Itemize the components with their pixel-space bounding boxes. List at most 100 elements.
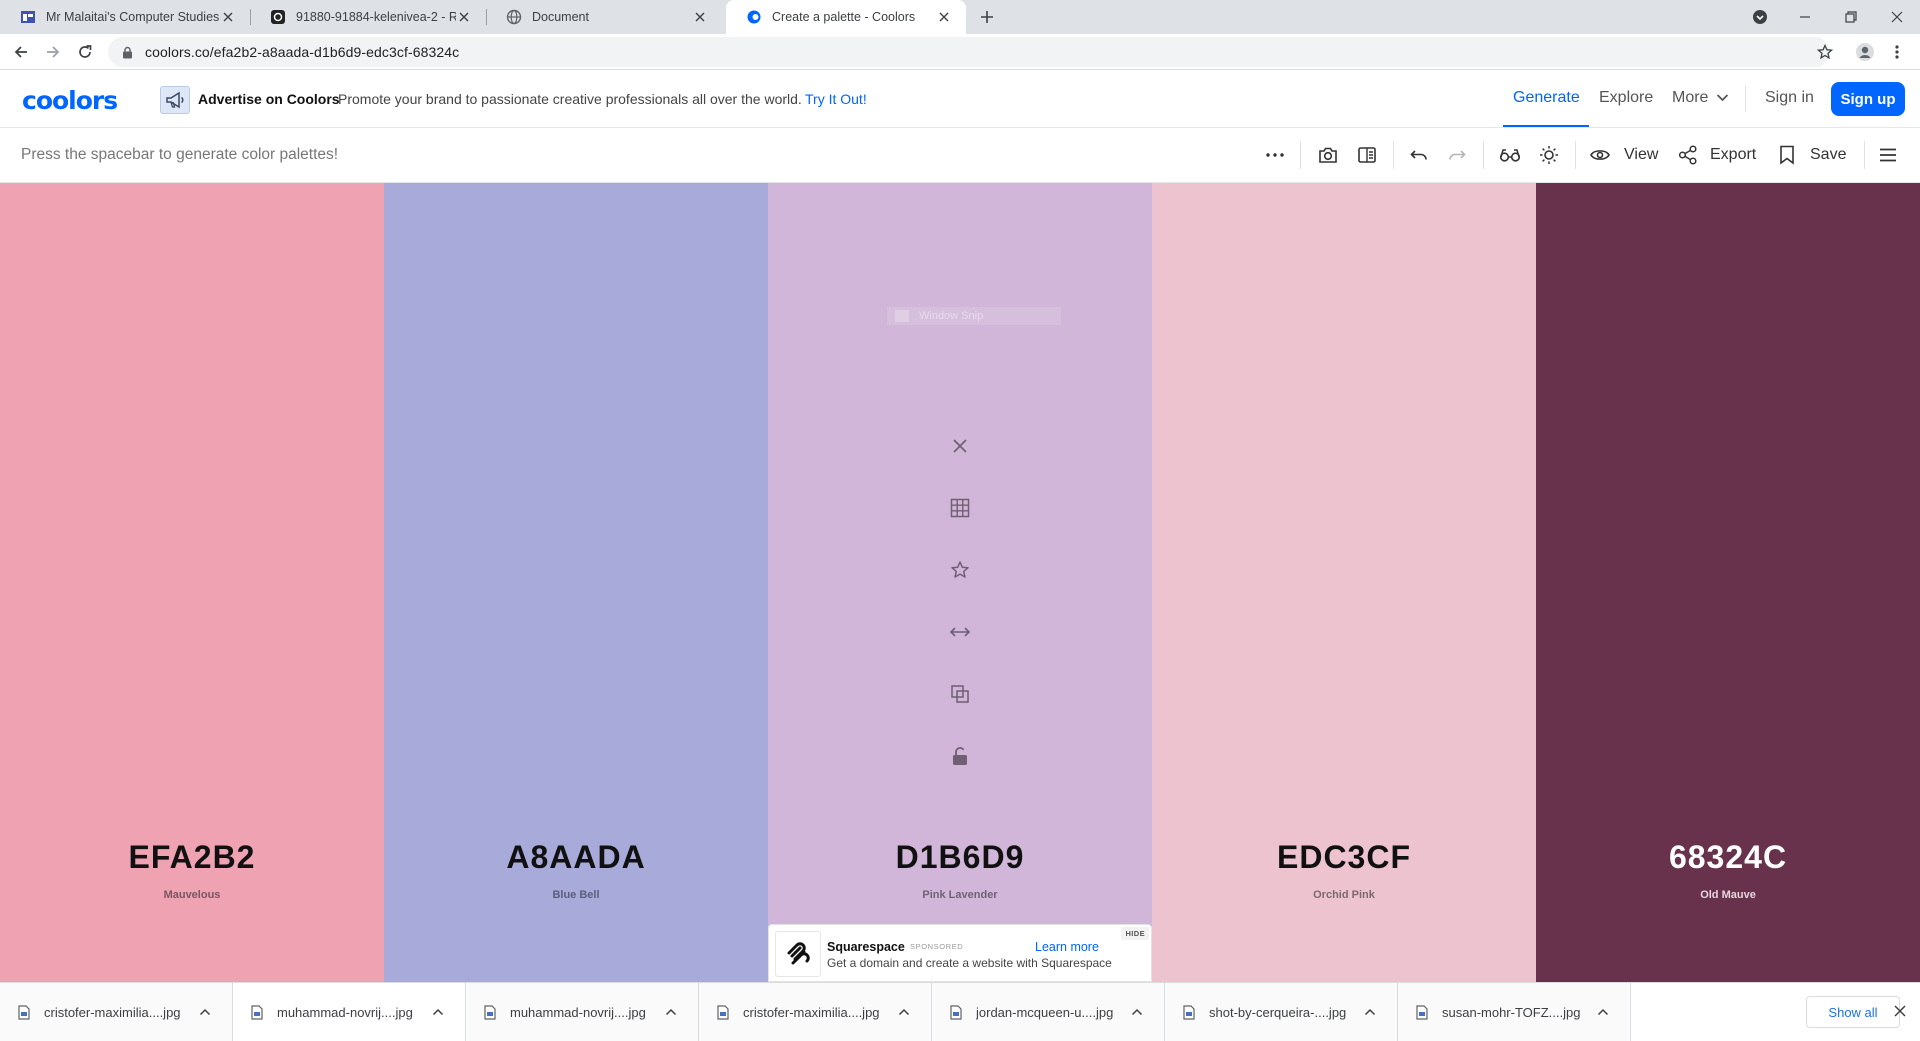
image-file-icon [1183,1004,1195,1020]
color-palette: EFA2B2 Mauvelous A8AADA Blue Bell Window… [0,183,1920,982]
sign-up-button[interactable]: Sign up [1831,82,1905,116]
remove-color-icon[interactable] [943,429,977,463]
download-item[interactable]: shot-by-cerqueira-....jpg [1165,983,1398,1041]
chevron-up-icon[interactable] [1590,1008,1616,1016]
color-name: Orchid Pink [1313,889,1375,901]
sponsored-ad-card[interactable]: Squarespace SPONSORED Learn more Get a d… [768,924,1152,982]
close-downloads-icon[interactable] [1890,1001,1910,1021]
close-window-icon[interactable] [1874,0,1920,34]
export-button[interactable]: Export [1710,146,1756,164]
reload-icon[interactable] [73,40,97,64]
save-button[interactable]: Save [1810,146,1846,164]
ad-link[interactable]: Try It Out! [805,91,867,107]
tab-title: Create a palette - Coolors [772,10,916,24]
chevron-up-icon[interactable] [1357,1008,1383,1016]
side-panel-icon[interactable] [1356,144,1378,166]
nav-more[interactable]: More [1672,89,1708,107]
browser-tab[interactable]: 91880-91884-kelenivea-2 - Repl [250,0,486,34]
redo-icon[interactable] [1446,144,1468,166]
toolbar-divider [1864,141,1865,169]
close-icon[interactable] [220,9,236,25]
eye-icon[interactable] [1589,144,1611,166]
download-item[interactable]: susan-mohr-TOFZ....jpg [1398,983,1631,1041]
shades-grid-icon[interactable] [943,491,977,525]
color-swatch[interactable]: Window Snip D1B6D9 Pink Lavender [768,183,1152,982]
restore-icon[interactable] [1828,0,1874,34]
bookmark-icon[interactable] [1776,144,1798,166]
bookmark-star-icon[interactable] [1813,40,1837,64]
copy-hex-icon[interactable] [943,677,977,711]
nav-generate[interactable]: Generate [1513,89,1580,107]
close-icon[interactable] [456,9,472,25]
sponsored-label: SPONSORED [910,942,964,951]
favorite-star-icon[interactable] [943,553,977,587]
close-icon[interactable] [692,9,708,25]
learn-more-link[interactable]: Learn more [1035,940,1099,954]
chevron-up-icon[interactable] [1124,1008,1150,1016]
hide-ad-button[interactable]: HIDE [1121,927,1149,940]
hex-code[interactable]: 68324C [1536,839,1920,876]
unlock-icon[interactable] [943,739,977,773]
hex-code[interactable]: EFA2B2 [0,839,384,876]
hamburger-menu-icon[interactable] [1877,144,1899,166]
close-icon[interactable] [936,9,952,25]
minimize-icon[interactable] [1782,0,1828,34]
hex-code[interactable]: EDC3CF [1152,839,1536,876]
coolors-logo[interactable]: coolors [22,86,118,115]
undo-icon[interactable] [1408,144,1430,166]
new-tab-button[interactable] [976,6,998,28]
glasses-icon[interactable] [1499,144,1521,166]
download-item[interactable]: muhammad-novrij....jpg [233,983,466,1041]
toolbar-divider [1300,141,1301,169]
forward-arrow-icon[interactable] [41,40,65,64]
chevron-up-icon[interactable] [891,1008,917,1016]
browser-tab[interactable]: Mr Malaitai's Computer Studies [0,0,250,34]
chevron-up-icon[interactable] [425,1008,451,1016]
browser-tab[interactable]: Document [486,0,722,34]
toolbar-divider [1483,141,1484,169]
download-filename: shot-by-cerqueira-....jpg [1209,1004,1347,1020]
view-button[interactable]: View [1624,146,1658,164]
profile-avatar-icon[interactable] [1853,40,1877,64]
lock-icon [122,46,133,59]
sign-in-link[interactable]: Sign in [1765,89,1814,107]
nav-active-indicator [1503,125,1589,127]
color-name: Mauvelous [163,889,221,901]
ad-text: Promote your brand to passionate creativ… [338,91,802,107]
color-name: Blue Bell [552,889,600,901]
color-swatch[interactable]: A8AADA Blue Bell [384,183,768,982]
download-filename: cristofer-maximilia....jpg [44,1004,181,1020]
sponsor-description: Get a domain and create a website with S… [827,956,1112,970]
more-options-icon[interactable] [1264,144,1286,166]
download-item[interactable]: cristofer-maximilia....jpg [0,983,233,1041]
color-swatch[interactable]: EFA2B2 Mauvelous [0,183,384,982]
color-swatch[interactable]: EDC3CF Orchid Pink [1152,183,1536,982]
address-bar[interactable]: coolors.co/efa2b2-a8aada-d1b6d9-edc3cf-6… [108,37,1830,67]
hex-code[interactable]: A8AADA [384,839,768,876]
camera-icon[interactable] [1317,144,1339,166]
swatch-tools [943,429,977,801]
color-name: Old Mauve [1700,889,1756,901]
hex-code[interactable]: D1B6D9 [768,839,1152,876]
download-item[interactable]: jordan-mcqueen-u....jpg [932,983,1165,1041]
brightness-icon[interactable] [1538,144,1560,166]
back-arrow-icon[interactable] [9,40,33,64]
profile-menu-icon[interactable] [1737,0,1783,34]
share-icon[interactable] [1677,144,1699,166]
download-item[interactable]: muhammad-novrij....jpg [466,983,699,1041]
browser-toolbar: coolors.co/efa2b2-a8aada-d1b6d9-edc3cf-6… [0,34,1920,70]
chevron-up-icon[interactable] [658,1008,684,1016]
nav-explore[interactable]: Explore [1599,89,1653,107]
site-icon [20,9,36,25]
download-item[interactable]: cristofer-maximilia....jpg [699,983,932,1041]
browser-tab-active[interactable]: Create a palette - Coolors [726,0,966,34]
show-all-downloads-button[interactable]: Show all [1806,996,1900,1028]
drag-arrows-icon[interactable] [943,615,977,649]
chevron-up-icon[interactable] [192,1008,218,1016]
header-divider [1745,86,1746,112]
tab-title: Mr Malaitai's Computer Studies [46,10,220,24]
color-name: Pink Lavender [922,889,998,901]
snip-icon [895,310,909,322]
color-swatch[interactable]: 68324C Old Mauve [1536,183,1920,982]
browser-menu-icon[interactable] [1885,40,1909,64]
